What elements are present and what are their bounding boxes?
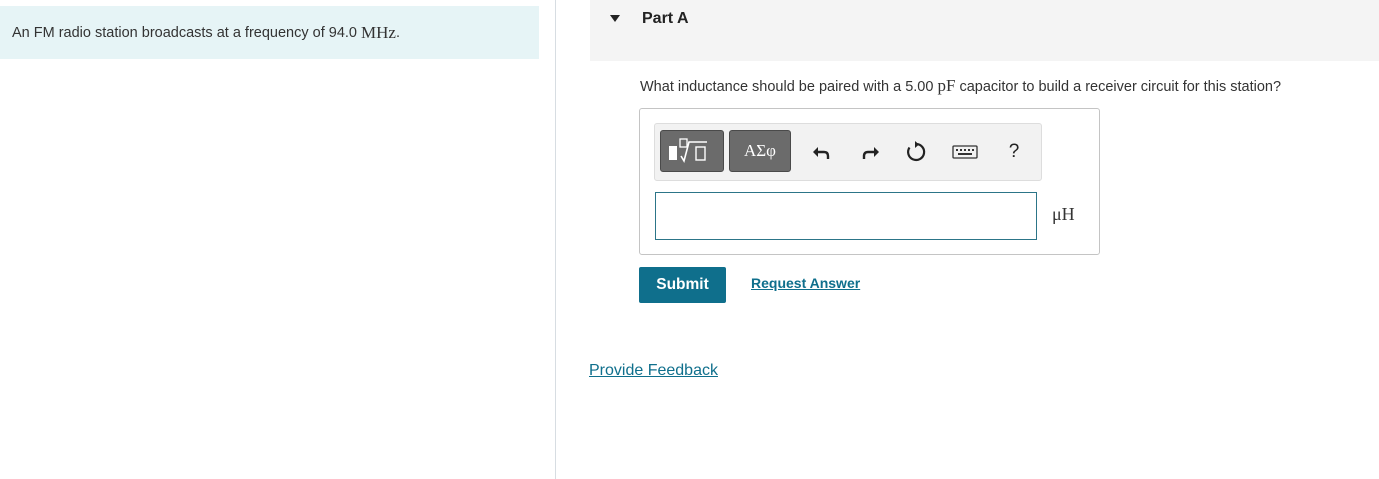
question-text: What inductance should be paired with a …: [640, 76, 1281, 96]
help-icon[interactable]: ?: [1002, 140, 1026, 164]
part-title: Part A: [642, 10, 689, 27]
keyboard-icon[interactable]: [952, 140, 978, 164]
templates-icon: [669, 138, 707, 164]
redo-icon[interactable]: [858, 140, 882, 164]
help-label: ?: [1008, 141, 1020, 162]
answer-input[interactable]: [655, 192, 1037, 240]
capacitance-unit: pF: [937, 76, 956, 95]
greek-symbols-button[interactable]: ΑΣφ: [729, 130, 791, 172]
submit-button[interactable]: Submit: [639, 267, 726, 303]
question-prefix: What inductance should be paired with a: [640, 79, 906, 95]
part-header[interactable]: [590, 0, 1379, 61]
templates-button[interactable]: [660, 130, 724, 172]
greek-symbols-label: ΑΣφ: [744, 141, 776, 160]
frequency-value: 94.0: [328, 24, 357, 41]
request-answer-link[interactable]: Request Answer: [751, 275, 860, 291]
column-divider: [555, 0, 556, 479]
answer-unit: μH: [1052, 204, 1075, 224]
statement-suffix: .: [395, 24, 401, 41]
problem-statement: An FM radio station broadcasts at a freq…: [0, 6, 539, 59]
collapse-caret-icon[interactable]: [610, 15, 620, 22]
capacitance-value: 5.00: [905, 79, 934, 95]
provide-feedback-link[interactable]: Provide Feedback: [589, 362, 718, 380]
undo-icon[interactable]: [810, 140, 834, 164]
frequency-unit: MHz: [361, 22, 396, 42]
question-suffix: capacitor to build a receiver circuit fo…: [955, 79, 1282, 95]
statement-prefix: An FM radio station broadcasts at a freq…: [12, 24, 325, 41]
reset-icon[interactable]: [904, 140, 928, 164]
